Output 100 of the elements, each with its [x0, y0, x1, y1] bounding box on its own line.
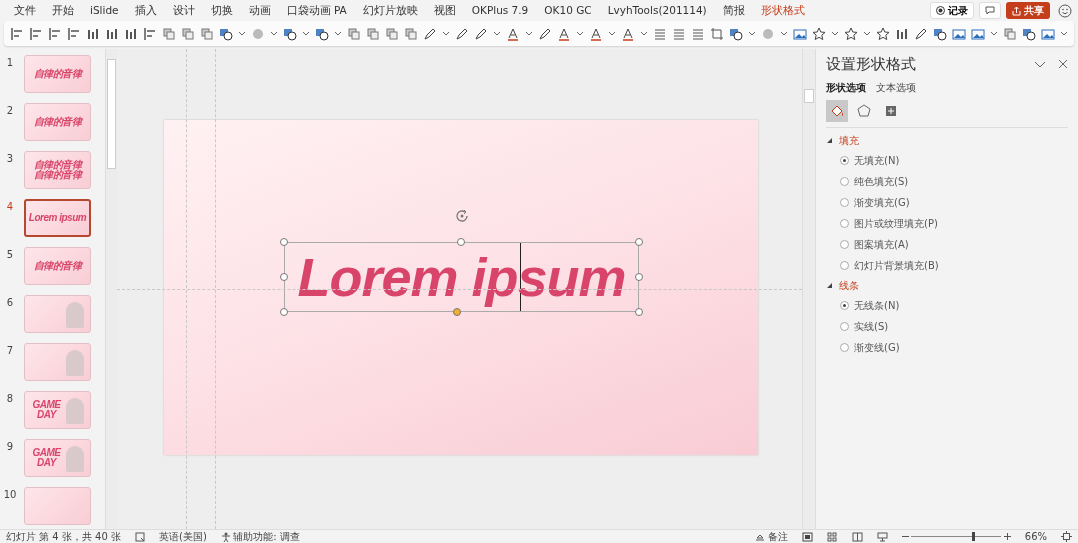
caret-icon[interactable] [525, 30, 533, 37]
normal-view-icon[interactable] [801, 531, 813, 542]
option-label[interactable]: 纯色填充(S) [854, 173, 909, 189]
rotate-icon[interactable] [455, 209, 469, 223]
option-label[interactable]: 无填充(N) [854, 152, 900, 168]
menu-tab[interactable]: 设计 [164, 2, 203, 19]
pen-icon[interactable] [474, 26, 488, 41]
accessibility-label[interactable]: 辅助功能: 调查 [233, 529, 300, 543]
radio-button[interactable] [840, 239, 849, 249]
star-icon[interactable] [876, 26, 890, 41]
picture-icon[interactable] [793, 26, 807, 41]
letter-icon[interactable] [506, 26, 520, 41]
bars-icon[interactable] [895, 26, 909, 41]
menu-tab[interactable]: 开始 [44, 2, 82, 19]
slide-sorter-icon[interactable] [826, 531, 838, 542]
resize-handle[interactable] [635, 308, 643, 316]
slide-thumbnail[interactable] [24, 343, 91, 381]
option-label[interactable]: 实线(S) [854, 318, 889, 334]
notes-button[interactable]: 备注 [767, 529, 788, 543]
menu-tab[interactable]: 切换 [202, 2, 241, 19]
triangle-down-icon[interactable] [826, 281, 833, 289]
slider-thumb[interactable] [972, 532, 976, 541]
shape-icon[interactable] [1022, 26, 1036, 41]
resize-handle[interactable] [280, 273, 288, 281]
accessibility-icon[interactable] [220, 531, 231, 542]
menu-tab[interactable]: 幻灯片放映 [354, 2, 426, 19]
menu-tab[interactable]: OKPlus 7.9 [463, 2, 537, 19]
caret-icon[interactable] [302, 30, 310, 37]
menu-tab[interactable]: LvyhTools(201114) [599, 2, 715, 19]
pane-tab[interactable]: 文本选项 [876, 80, 916, 95]
fit-slide-icon[interactable] [1061, 531, 1072, 542]
squares-icon[interactable] [1003, 26, 1017, 41]
section-title[interactable]: 填充 [839, 132, 859, 148]
caret-icon[interactable] [493, 30, 501, 37]
squares-icon[interactable] [347, 26, 361, 41]
scrollbar[interactable] [105, 49, 117, 529]
option-label[interactable]: 幻灯片背景填充(B) [854, 257, 939, 273]
option-label[interactable]: 渐变线(G) [854, 339, 900, 355]
presenter-icon[interactable] [876, 531, 888, 542]
resize-handle[interactable] [635, 273, 643, 281]
squares-icon[interactable] [162, 26, 176, 41]
scrollbar[interactable] [802, 49, 815, 529]
smiley-icon[interactable] [1058, 3, 1072, 18]
minus-icon[interactable] [901, 533, 909, 540]
pen-icon[interactable] [455, 26, 469, 41]
menu-tab[interactable]: 视图 [425, 2, 464, 19]
squares-icon[interactable] [181, 26, 195, 41]
share-button[interactable]: 共享 [1006, 2, 1050, 19]
menu-tab[interactable]: 动画 [240, 2, 279, 19]
pane-tab[interactable]: 形状选项 [826, 80, 866, 95]
caret-icon[interactable] [270, 30, 278, 37]
resize-handle[interactable] [280, 238, 288, 246]
menu-tab[interactable]: 形状格式 [752, 2, 813, 19]
caret-icon[interactable] [608, 30, 616, 37]
pen-icon[interactable] [914, 26, 928, 41]
letter-icon[interactable] [557, 26, 571, 41]
letter-icon[interactable] [589, 26, 603, 41]
radio-button[interactable] [840, 300, 849, 310]
close-icon[interactable] [1058, 59, 1068, 70]
caret-icon[interactable] [576, 30, 584, 37]
radio-button[interactable] [840, 260, 849, 270]
radio-button[interactable] [840, 218, 849, 228]
slide-thumbnail[interactable] [24, 487, 91, 525]
squares-icon[interactable] [385, 26, 399, 41]
picture-icon[interactable] [952, 26, 966, 41]
align-icon[interactable] [67, 26, 81, 41]
radio-button[interactable] [840, 197, 849, 207]
zoom-percentage[interactable]: 66% [1024, 529, 1047, 543]
star-icon[interactable] [844, 26, 858, 41]
menu-tab[interactable]: iSlide [82, 2, 127, 19]
record-button[interactable]: 记录 [930, 2, 974, 19]
radio-button[interactable] [840, 342, 849, 352]
letter-icon[interactable] [621, 26, 635, 41]
menu-tab[interactable]: 文件 [6, 2, 44, 19]
radio-button[interactable] [840, 321, 849, 331]
caret-icon[interactable] [334, 30, 342, 37]
resize-handle[interactable] [280, 308, 288, 316]
bars-icon[interactable] [86, 26, 100, 41]
shape-icon[interactable] [729, 26, 743, 41]
option-label[interactable]: 图案填充(A) [854, 236, 909, 252]
align-icon[interactable] [29, 26, 43, 41]
caret-icon[interactable] [863, 30, 871, 37]
picture-icon[interactable] [1041, 26, 1055, 41]
shape-icon[interactable] [283, 26, 297, 41]
menu-tab[interactable]: 简报 [714, 2, 753, 19]
caret-icon[interactable] [748, 30, 756, 37]
triangle-down-icon[interactable] [826, 136, 833, 144]
reading-view-icon[interactable] [851, 531, 863, 542]
caret-icon[interactable] [1060, 30, 1068, 37]
shape-icon[interactable] [315, 26, 329, 41]
format-category-tab[interactable] [826, 99, 848, 122]
bars-icon[interactable] [105, 26, 119, 41]
align-icon[interactable] [48, 26, 62, 41]
menu-tab[interactable]: 口袋动画 PA [278, 2, 355, 19]
chevron-down-icon[interactable] [1034, 59, 1046, 69]
squares-icon[interactable] [200, 26, 214, 41]
option-label[interactable]: 图片或纹理填充(P) [854, 215, 938, 231]
pen-icon[interactable] [423, 26, 437, 41]
caret-icon[interactable] [990, 30, 998, 37]
adjust-handle[interactable] [453, 308, 461, 316]
